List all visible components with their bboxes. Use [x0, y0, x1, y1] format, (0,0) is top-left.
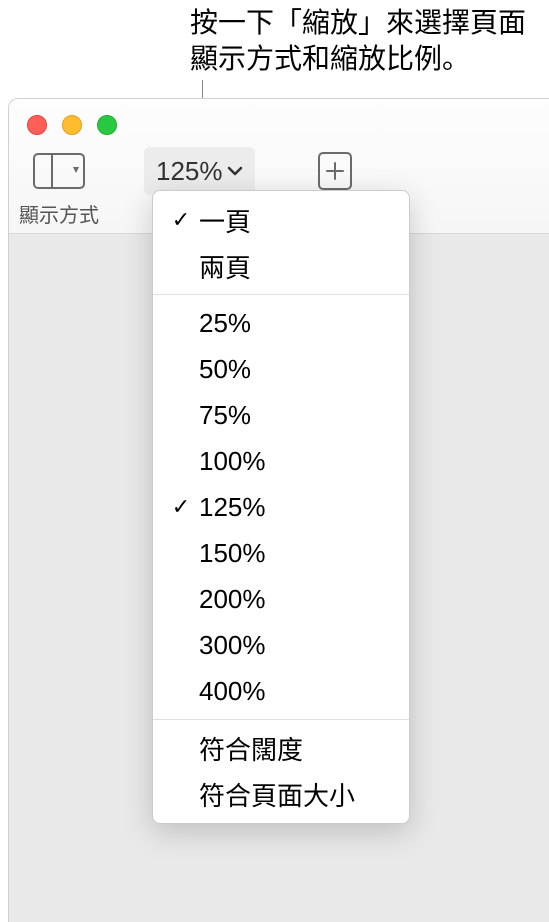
zoom-100[interactable]: 100% [153, 438, 409, 484]
sidebar-panel-icon [33, 153, 85, 189]
zoom-300[interactable]: 300% [153, 622, 409, 668]
dropdown-item-label: 75% [199, 400, 251, 431]
fit-page[interactable]: 符合頁面大小 [153, 771, 409, 817]
zoom-125[interactable]: ✓ 125% [153, 484, 409, 530]
dropdown-item-label: 50% [199, 354, 251, 385]
dropdown-item-label: 兩頁 [199, 248, 251, 285]
zoom-25[interactable]: 25% [153, 300, 409, 346]
page-mode-two-pages[interactable]: 兩頁 [153, 243, 409, 289]
zoom-button[interactable]: 125% [144, 147, 255, 195]
dropdown-item-label: 400% [199, 676, 266, 707]
zoom-200[interactable]: 200% [153, 576, 409, 622]
add-page-button[interactable] [300, 147, 370, 195]
minimize-button[interactable] [62, 115, 82, 135]
zoom-150[interactable]: 150% [153, 530, 409, 576]
page-mode-one-page[interactable]: ✓ 一頁 [153, 197, 409, 243]
view-label: 顯示方式 [19, 199, 99, 228]
dropdown-item-label: 125% [199, 492, 266, 523]
dropdown-item-label: 100% [199, 446, 266, 477]
zoom-400[interactable]: 400% [153, 668, 409, 714]
dropdown-item-label: 符合頁面大小 [199, 776, 355, 813]
zoom-75[interactable]: 75% [153, 392, 409, 438]
add-page-icon [315, 151, 355, 191]
traffic-lights [27, 115, 117, 135]
dropdown-item-label: 一頁 [199, 202, 251, 239]
check-icon: ✓ [163, 494, 199, 520]
dropdown-separator [153, 719, 409, 720]
maximize-button[interactable] [97, 115, 117, 135]
fit-width[interactable]: 符合闊度 [153, 725, 409, 771]
callout-text: 按一下「縮放」來選擇頁面 顯示方式和縮放比例。 [190, 5, 526, 78]
dropdown-item-label: 150% [199, 538, 266, 569]
dropdown-separator [153, 294, 409, 295]
dropdown-item-label: 符合闊度 [199, 730, 303, 767]
dropdown-item-label: 300% [199, 630, 266, 661]
zoom-dropdown: ✓ 一頁 兩頁 25% 50% 75% 100% ✓ 125% 150% 200… [152, 190, 410, 824]
zoom-value: 125% [156, 156, 223, 187]
dropdown-item-label: 25% [199, 308, 251, 339]
view-toolbar-item[interactable]: 顯示方式 [19, 147, 99, 228]
view-button[interactable] [24, 147, 94, 195]
chevron-down-icon [227, 166, 243, 176]
dropdown-item-label: 200% [199, 584, 266, 615]
check-icon: ✓ [163, 207, 199, 233]
close-button[interactable] [27, 115, 47, 135]
zoom-50[interactable]: 50% [153, 346, 409, 392]
